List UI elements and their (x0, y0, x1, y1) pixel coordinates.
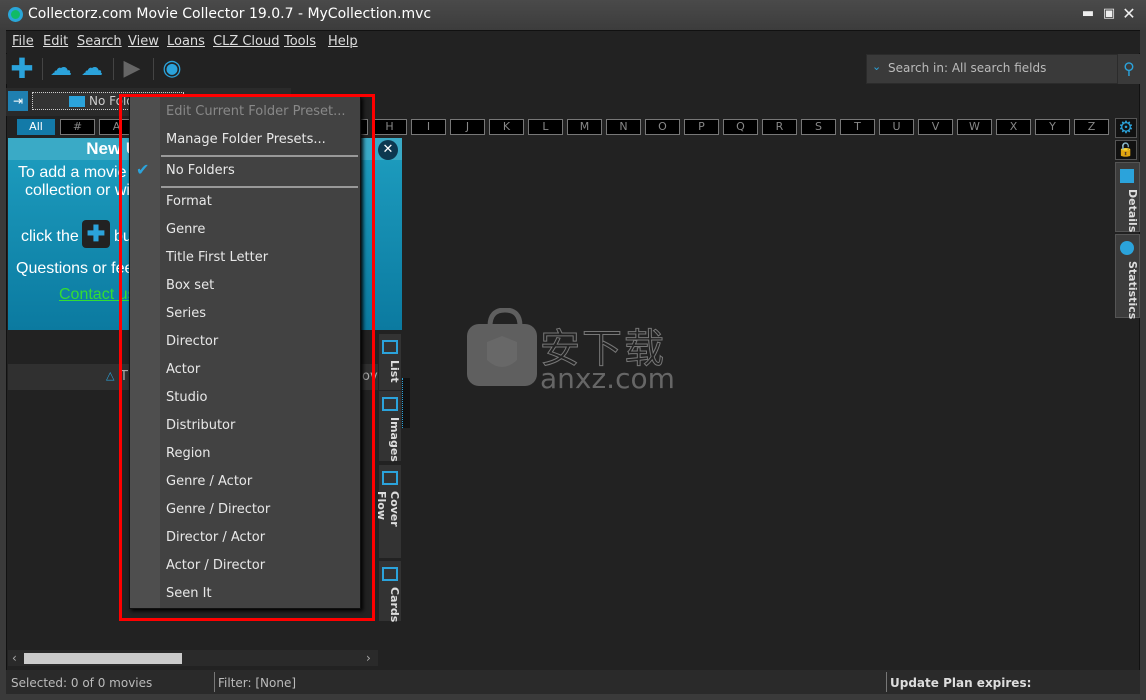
tab-label: Cover Flow (375, 491, 401, 527)
film-icon (1120, 169, 1134, 183)
tab-images[interactable]: Images (378, 390, 402, 462)
panel-splitter[interactable] (402, 378, 410, 428)
highlight-box (119, 94, 375, 621)
status-divider (214, 672, 215, 692)
letter-filter-z[interactable]: Z (1074, 119, 1109, 135)
tab-cards[interactable]: Cards (378, 560, 402, 622)
letter-filter-all[interactable]: All (17, 119, 55, 135)
cloud-sync-icon[interactable]: ☁ (47, 56, 75, 82)
letter-filter-y[interactable]: Y (1035, 119, 1070, 135)
watermark-logo (467, 308, 537, 386)
add-movie-icon: ✚ (82, 220, 110, 248)
letter-filter-j[interactable]: J (450, 119, 485, 135)
letter-filter-p[interactable]: P (684, 119, 719, 135)
folder-icon (69, 96, 85, 107)
tab-label: Statistics (1126, 261, 1139, 320)
letter-filter-n[interactable]: N (606, 119, 641, 135)
pie-chart-icon (1120, 241, 1134, 255)
menu-tools[interactable]: Tools (284, 34, 316, 49)
menu-search[interactable]: Search (77, 34, 122, 49)
toolbar-divider (113, 58, 114, 80)
letter-filter-r[interactable]: R (762, 119, 797, 135)
new-user-text: collection or wi (25, 182, 130, 199)
cover-flow-icon (382, 471, 398, 485)
toolbar-divider (153, 58, 154, 80)
letter-filter-x[interactable]: X (996, 119, 1031, 135)
letter-filter-u[interactable]: U (879, 119, 914, 135)
selection-status: Selected: 0 of 0 movies (11, 676, 153, 690)
app-icon (8, 7, 23, 22)
tab-statistics[interactable]: Statistics (1115, 234, 1140, 320)
folder-panel-toggle-icon[interactable]: ⇥ (8, 91, 28, 111)
menu-edit[interactable]: Edit (43, 34, 68, 49)
watermark-text: anxz.com (540, 362, 675, 395)
list-icon (382, 340, 398, 354)
close-icon[interactable]: ✕ (378, 140, 398, 160)
search-icon[interactable]: ⚲ (1118, 54, 1140, 84)
chevron-down-icon[interactable]: ⌄ (872, 60, 881, 73)
letter-filter-w[interactable]: W (957, 119, 992, 135)
scrollbar-thumb[interactable] (24, 653, 182, 664)
filter-status: Filter: [None] (218, 676, 297, 690)
letter-filter-hash[interactable]: # (60, 119, 95, 135)
close-button[interactable]: ✕ (1122, 6, 1136, 22)
tab-label: Images (388, 417, 401, 462)
letter-filter-t[interactable]: T (840, 119, 875, 135)
letter-filter-s[interactable]: S (801, 119, 836, 135)
toolbar-divider (42, 58, 43, 80)
scroll-right-icon[interactable]: › (366, 651, 371, 665)
maximize-button[interactable]: ▣ (1102, 7, 1116, 20)
menu-view[interactable]: View (128, 34, 159, 49)
minimize-button[interactable]: ▬ (1081, 7, 1095, 20)
tab-label: Cards (388, 587, 401, 623)
letter-filter-i[interactable]: I (411, 119, 446, 135)
search-input[interactable]: Search in: All search fields (888, 61, 1046, 75)
sort-ascending-icon: △ (106, 369, 115, 382)
menu-clz-cloud[interactable]: CLZ Cloud (213, 34, 280, 49)
tab-label: Details (1126, 189, 1139, 233)
gear-icon[interactable]: ⚙ (1115, 118, 1137, 138)
add-movie-icon[interactable]: ✚ (8, 55, 36, 83)
letter-filter-l[interactable]: L (528, 119, 563, 135)
play-icon[interactable]: ▶ (118, 56, 146, 82)
update-plan-status: Update Plan expires: (890, 676, 1032, 690)
letter-filter-m[interactable]: M (567, 119, 602, 135)
menu-file[interactable]: File (12, 34, 34, 49)
cloud-user-icon[interactable]: ☁ (78, 56, 106, 82)
letter-filter-q[interactable]: Q (723, 119, 758, 135)
new-user-text: click the (21, 228, 79, 245)
tab-label: List (388, 360, 401, 383)
letter-filter-o[interactable]: O (645, 119, 680, 135)
letter-filter-h[interactable]: H (372, 119, 407, 135)
letter-filter-k[interactable]: K (489, 119, 524, 135)
images-icon (382, 397, 398, 411)
status-divider (886, 672, 887, 692)
letter-filter-v[interactable]: V (918, 119, 953, 135)
menu-help[interactable]: Help (328, 34, 358, 49)
disc-scan-icon[interactable]: ◉ (158, 56, 186, 82)
unlock-icon[interactable]: 🔓 (1115, 140, 1137, 160)
menu-loans[interactable]: Loans (167, 34, 205, 49)
tab-cover-flow[interactable]: Cover Flow (375, 464, 402, 559)
window-title: Collectorz.com Movie Collector 19.0.7 - … (28, 6, 432, 22)
scroll-left-icon[interactable]: ‹ (12, 651, 17, 665)
cards-icon (382, 567, 398, 581)
new-user-text: To add a movie (18, 164, 127, 181)
tab-details[interactable]: Details (1115, 162, 1140, 232)
